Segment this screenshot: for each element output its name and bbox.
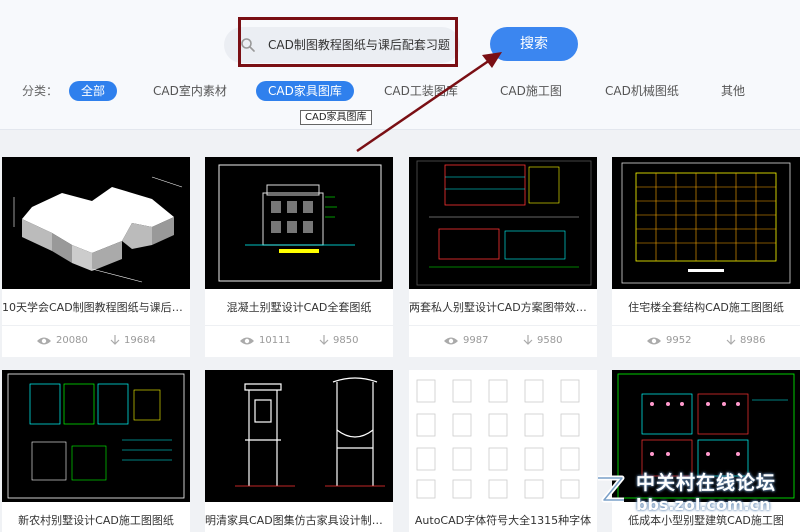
- resource-card[interactable]: 10天学会CAD制图教程图纸与课后配套习题 20080 19684: [2, 157, 190, 357]
- category-tooling[interactable]: CAD工装图库: [384, 81, 458, 101]
- download-icon: [319, 335, 329, 345]
- eye-icon: [647, 337, 661, 344]
- card-thumbnail[interactable]: [409, 157, 597, 289]
- card-thumbnail[interactable]: [612, 157, 800, 289]
- view-count: 9987: [443, 335, 488, 346]
- download-count: 9850: [319, 335, 358, 346]
- card-divider: [612, 325, 800, 326]
- resource-card[interactable]: 新农村别墅设计CAD施工图图纸: [2, 370, 190, 532]
- card-stats: 9952 8986: [612, 335, 800, 349]
- watermark-text: 中关村在线论坛: [636, 472, 777, 494]
- category-construction[interactable]: CAD施工图: [500, 81, 562, 101]
- download-count: 9580: [523, 335, 562, 346]
- eye-icon: [37, 337, 51, 344]
- category-furniture[interactable]: CAD家具图库: [256, 81, 354, 101]
- resource-card[interactable]: 混凝土别墅设计CAD全套图纸 10111 9850: [205, 157, 393, 357]
- download-count-value: 19684: [124, 335, 156, 346]
- category-tooltip: CAD家具图库: [300, 110, 372, 125]
- card-title[interactable]: 明清家具CAD图集仿古家具设计制作图纸...: [205, 512, 393, 528]
- card-title[interactable]: 10天学会CAD制图教程图纸与课后配套习题: [2, 299, 190, 315]
- eye-icon: [444, 337, 458, 344]
- download-count-value: 9580: [537, 335, 563, 346]
- annotation-highlight-box: [238, 17, 458, 67]
- eye-icon: [240, 337, 254, 344]
- resource-card[interactable]: 两套私人别墅设计CAD方案图带效果图 9987 9580: [409, 157, 597, 357]
- zol-logo-icon: [598, 475, 625, 503]
- card-title[interactable]: 新农村别墅设计CAD施工图图纸: [2, 512, 190, 528]
- card-title[interactable]: 混凝土别墅设计CAD全套图纸: [205, 299, 393, 315]
- download-count: 8986: [726, 335, 765, 346]
- watermark: 中关村在线论坛 bbs.zol.com.cn: [590, 460, 800, 532]
- card-thumbnail[interactable]: [2, 157, 190, 289]
- card-title[interactable]: AutoCAD字体符号大全1315种字体: [409, 512, 597, 528]
- category-label: 分类：: [22, 84, 59, 98]
- card-title[interactable]: 住宅楼全套结构CAD施工图图纸: [612, 299, 800, 315]
- view-count-value: 10111: [259, 335, 291, 346]
- category-other[interactable]: 其他: [721, 81, 745, 101]
- resource-card[interactable]: AutoCAD字体符号大全1315种字体: [409, 370, 597, 532]
- view-count-value: 9987: [463, 335, 489, 346]
- card-thumbnail[interactable]: [409, 370, 597, 502]
- category-all[interactable]: 全部: [69, 81, 118, 101]
- search-button[interactable]: 搜索: [490, 27, 578, 61]
- card-thumbnail[interactable]: [205, 157, 393, 289]
- download-icon: [110, 335, 120, 345]
- view-count: 9952: [646, 335, 691, 346]
- resource-card[interactable]: 明清家具CAD图集仿古家具设计制作图纸...: [205, 370, 393, 532]
- view-count-value: 9952: [666, 335, 692, 346]
- category-interior[interactable]: CAD室内素材: [153, 81, 227, 101]
- card-stats: 9987 9580: [409, 335, 597, 349]
- card-title[interactable]: 两套私人别墅设计CAD方案图带效果图: [409, 299, 597, 315]
- card-divider: [2, 325, 190, 326]
- resource-card[interactable]: 住宅楼全套结构CAD施工图图纸 9952 8986: [612, 157, 800, 357]
- watermark-url: bbs.zol.com.cn: [636, 495, 771, 514]
- download-count-value: 8986: [740, 335, 766, 346]
- download-count: 19684: [110, 335, 156, 346]
- card-thumbnail[interactable]: [2, 370, 190, 502]
- download-icon: [523, 335, 533, 345]
- view-count: 20080: [36, 335, 88, 346]
- search-header: CAD制图教程图纸与课后配套习题 搜索 分类： 全部 CAD室内素材 CAD家具…: [0, 0, 800, 130]
- download-icon: [726, 335, 736, 345]
- view-count: 10111: [239, 335, 291, 346]
- card-divider: [409, 325, 597, 326]
- card-stats: 20080 19684: [2, 335, 190, 349]
- card-thumbnail[interactable]: [205, 370, 393, 502]
- category-mechanical[interactable]: CAD机械图纸: [605, 81, 679, 101]
- card-stats: 10111 9850: [205, 335, 393, 349]
- card-divider: [205, 325, 393, 326]
- download-count-value: 9850: [333, 335, 359, 346]
- view-count-value: 20080: [56, 335, 88, 346]
